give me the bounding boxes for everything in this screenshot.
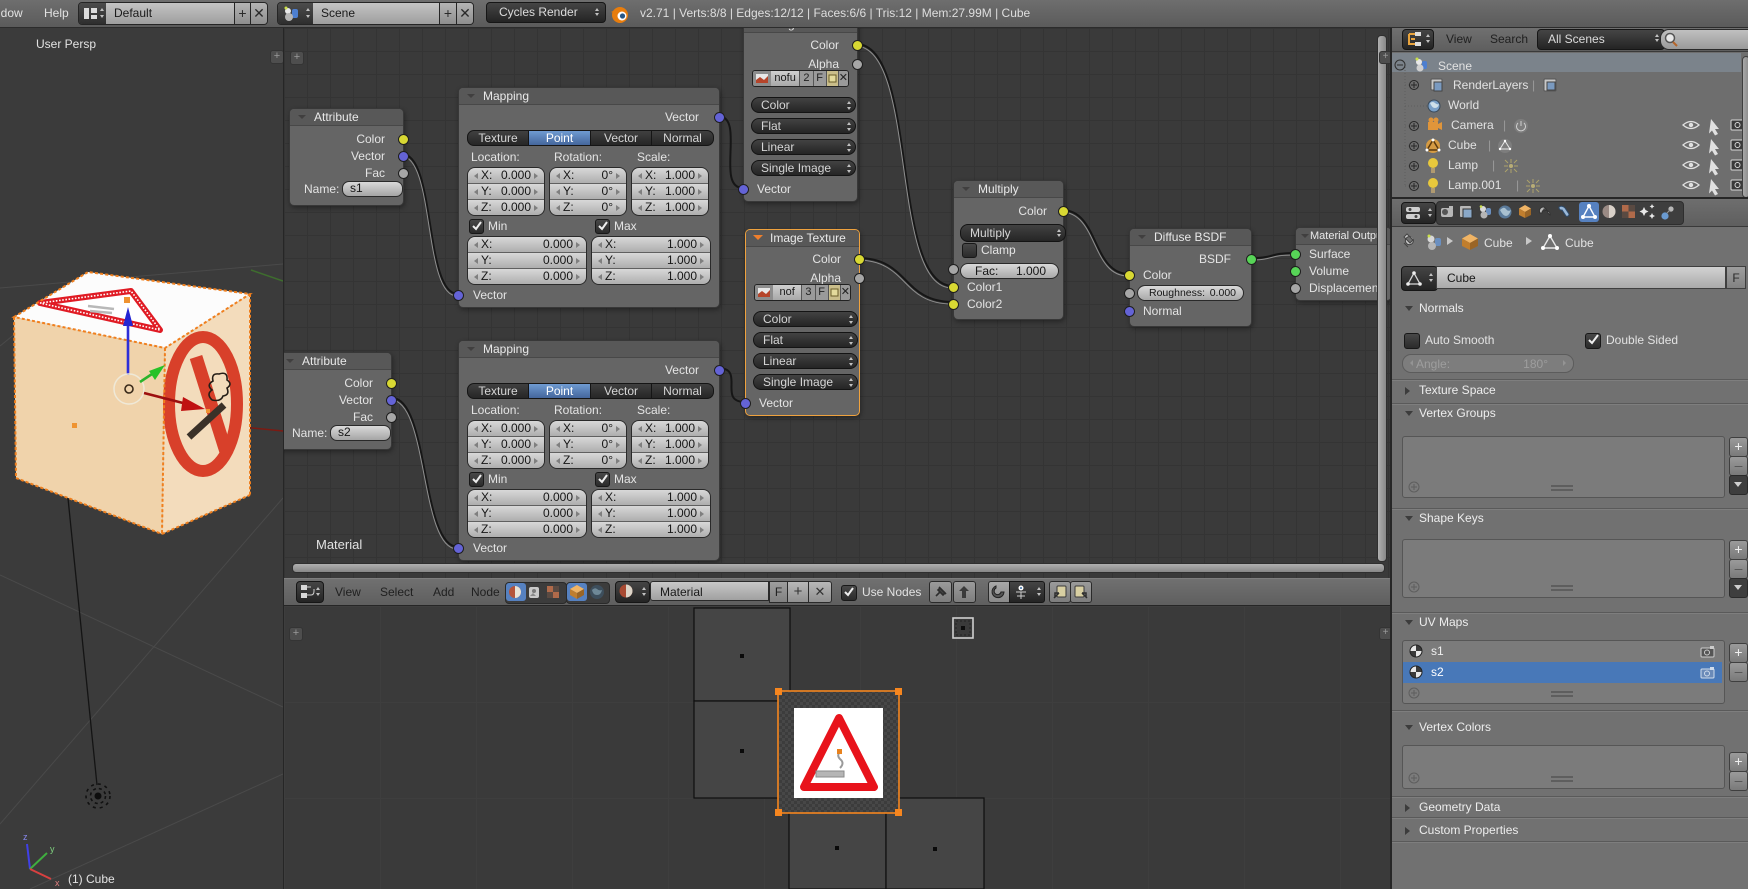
svg-text:y: y [50, 844, 55, 854]
svg-text:z: z [23, 832, 28, 842]
svg-text:x: x [55, 878, 60, 888]
